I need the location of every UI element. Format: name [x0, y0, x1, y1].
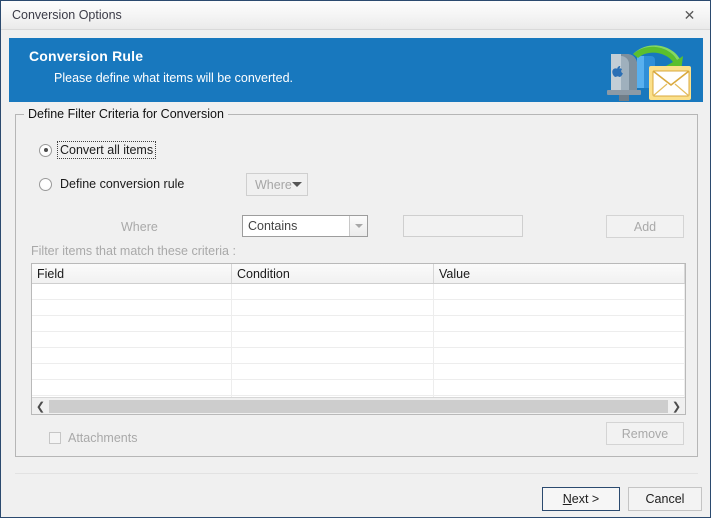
table-cell [232, 332, 434, 347]
table-cell [434, 348, 685, 363]
table-cell [32, 348, 232, 363]
filter-criteria-legend: Define Filter Criteria for Conversion [24, 107, 228, 121]
column-header-field[interactable]: Field [32, 264, 232, 283]
table-row[interactable] [32, 300, 685, 316]
header-banner: Conversion Rule Please define what items… [9, 38, 703, 102]
scrollbar-track[interactable] [49, 398, 668, 415]
where-label: Where [121, 220, 158, 234]
table-row[interactable] [32, 364, 685, 380]
column-header-condition[interactable]: Condition [232, 264, 434, 283]
banner-subtitle: Please define what items will be convert… [54, 71, 294, 85]
mailbox-to-email-conversion-icon [607, 45, 691, 101]
table-cell [232, 348, 434, 363]
window-title: Conversion Options [12, 8, 122, 22]
criteria-grid-header: Field Condition Value [32, 264, 685, 284]
table-cell [32, 380, 232, 395]
checkbox-indicator [49, 432, 61, 444]
scrollbar-thumb[interactable] [49, 399, 668, 413]
table-cell [434, 300, 685, 315]
conversion-options-dialog: Conversion Options ✕ Conversion Rule Ple… [0, 0, 711, 518]
remove-criteria-button[interactable]: Remove [606, 422, 684, 445]
criteria-hint-label: Filter items that match these criteria : [31, 244, 236, 258]
table-cell [232, 284, 434, 299]
table-row[interactable] [32, 284, 685, 300]
close-button[interactable]: ✕ [667, 1, 710, 29]
table-row[interactable] [32, 332, 685, 348]
scope-combobox-value: Where [255, 177, 292, 192]
chevron-down-icon[interactable] [349, 216, 367, 236]
table-cell [434, 284, 685, 299]
table-row[interactable] [32, 316, 685, 332]
banner-title: Conversion Rule [29, 48, 144, 64]
chevron-left-icon[interactable]: ❮ [32, 398, 49, 415]
table-cell [232, 380, 434, 395]
condition-combobox[interactable]: Contains [242, 215, 368, 237]
close-icon: ✕ [683, 7, 696, 23]
table-cell [434, 332, 685, 347]
title-bar: Conversion Options ✕ [1, 1, 710, 30]
attachments-checkbox[interactable]: Attachments [49, 431, 137, 445]
table-cell [32, 316, 232, 331]
table-row[interactable] [32, 348, 685, 364]
footer-separator [15, 473, 698, 474]
attachments-checkbox-label: Attachments [68, 431, 138, 445]
scope-combobox[interactable]: Where [246, 173, 308, 196]
table-cell [32, 284, 232, 299]
cancel-button-label: Cancel [645, 492, 685, 506]
column-header-value[interactable]: Value [434, 264, 685, 283]
chevron-down-icon [291, 182, 302, 187]
next-button-label: Next > [562, 492, 600, 506]
table-cell [434, 364, 685, 379]
condition-combobox-value: Contains [248, 219, 298, 233]
table-cell [32, 300, 232, 315]
radio-convert-all-items-label: Convert all items [56, 141, 157, 159]
radio-define-conversion-rule-label: Define conversion rule [60, 177, 185, 191]
radio-define-conversion-rule[interactable]: Define conversion rule [39, 176, 186, 192]
table-cell [32, 332, 232, 347]
table-cell [32, 364, 232, 379]
cancel-button[interactable]: Cancel [628, 487, 702, 511]
criteria-value-input[interactable] [403, 215, 523, 237]
table-cell [232, 300, 434, 315]
table-cell [434, 380, 685, 395]
criteria-grid-horizontal-scrollbar[interactable]: ❮ ❯ [32, 397, 685, 414]
table-row[interactable] [32, 380, 685, 396]
chevron-right-icon[interactable]: ❯ [668, 398, 685, 415]
radio-convert-all-items[interactable]: Convert all items [39, 141, 157, 159]
criteria-grid: Field Condition Value ❮ ❯ [31, 263, 686, 415]
table-cell [232, 316, 434, 331]
radio-indicator-selected [39, 143, 52, 157]
table-cell [434, 316, 685, 331]
add-criteria-button[interactable]: Add [606, 215, 684, 238]
next-button[interactable]: Next > [542, 487, 620, 511]
remove-criteria-button-label: Remove [621, 426, 669, 441]
add-criteria-button-label: Add [633, 219, 657, 234]
table-cell [232, 364, 434, 379]
criteria-grid-body [32, 284, 685, 414]
radio-indicator-unselected [39, 177, 52, 191]
